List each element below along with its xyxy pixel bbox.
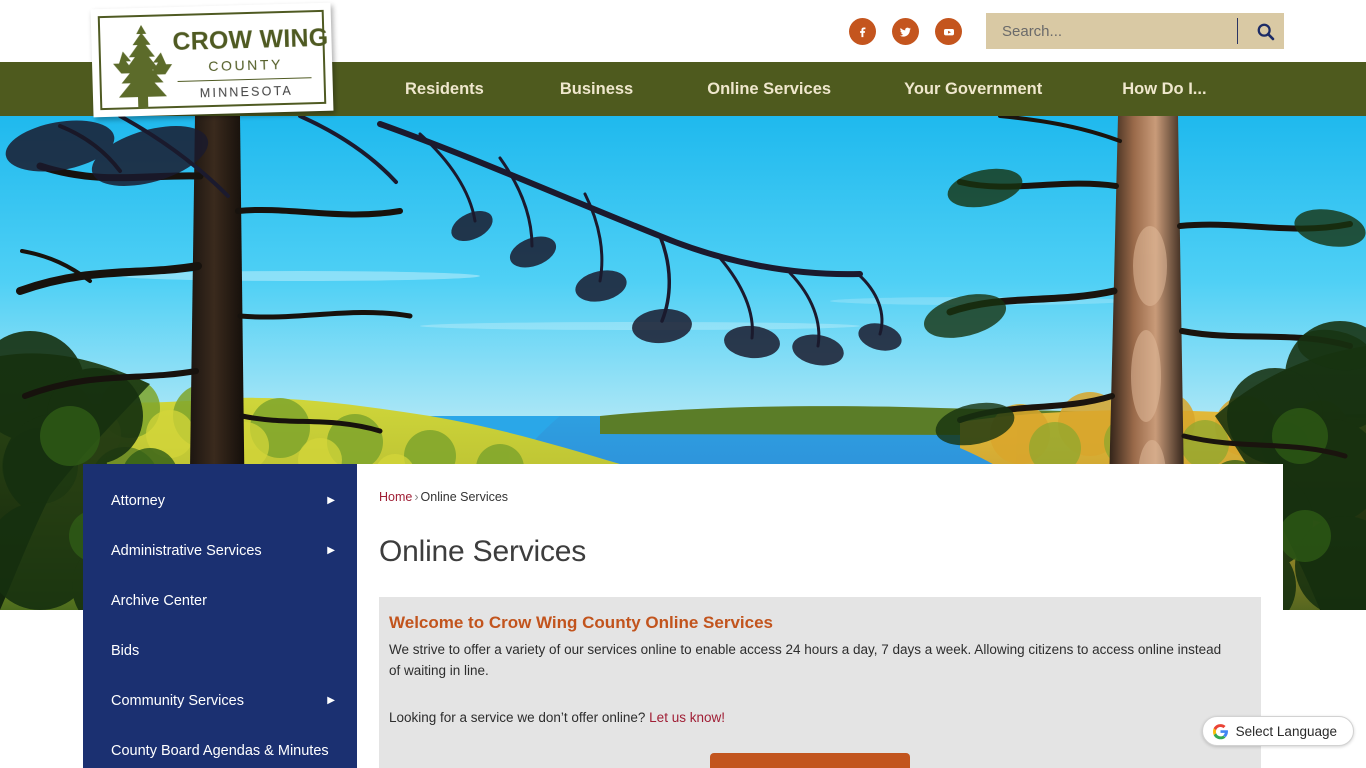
- feedback-button-row: Provide website feedback: [389, 753, 1241, 768]
- welcome-paragraph-2-prefix: Looking for a service we don’t offer onl…: [389, 710, 650, 726]
- chevron-right-icon: ▶: [327, 695, 335, 706]
- sidebar-item-administrative-services[interactable]: Administrative Services ▶: [83, 536, 357, 566]
- main-navigation: Residents Business Online Services Your …: [336, 62, 1366, 116]
- chevron-right-icon: ▶: [327, 545, 335, 556]
- logo-divider: [177, 77, 312, 82]
- social-links: [849, 18, 962, 45]
- breadcrumb-current: Online Services: [420, 490, 509, 504]
- breadcrumb-home-link[interactable]: Home: [379, 490, 412, 504]
- logo-line-1: CROW WING: [172, 23, 329, 57]
- welcome-panel: Welcome to Crow Wing County Online Servi…: [379, 597, 1261, 768]
- logo-frame: CROW WING COUNTY MINNESOTA: [97, 9, 329, 111]
- sidebar-item-archive-center[interactable]: Archive Center: [83, 586, 357, 616]
- sidebar-item-label: Administrative Services: [111, 542, 262, 559]
- nav-item-online-services[interactable]: Online Services: [705, 74, 833, 105]
- nav-item-your-government[interactable]: Your Government: [902, 74, 1044, 105]
- sidebar-item-label: Bids: [111, 642, 140, 659]
- sidebar-item-bids[interactable]: Bids: [83, 636, 357, 666]
- sidebar-item-county-board-agendas-minutes[interactable]: County Board Agendas & Minutes: [83, 736, 357, 766]
- select-language-label: Select Language: [1235, 723, 1337, 739]
- search-input[interactable]: [986, 14, 1237, 48]
- page-title: Online Services: [379, 535, 587, 568]
- sidebar-item-label: Attorney: [111, 492, 165, 509]
- google-g-icon: [1212, 723, 1228, 739]
- sidebar-item-label: County Board Agendas & Minutes: [111, 742, 329, 759]
- welcome-paragraph-1: We strive to offer a variety of our serv…: [389, 642, 1222, 679]
- sidebar-navigation: Attorney ▶ Administrative Services ▶ Arc…: [83, 464, 357, 768]
- logo-line-3: MINNESOTA: [199, 83, 294, 101]
- welcome-heading: Welcome to Crow Wing County Online Servi…: [389, 613, 773, 632]
- logo-line-2: COUNTY: [208, 56, 284, 75]
- chevron-right-icon: ▶: [327, 495, 335, 506]
- pine-tree-icon: [113, 24, 173, 110]
- sidebar-item-label: Community Services: [111, 692, 244, 709]
- search-submit-button[interactable]: [1246, 14, 1284, 48]
- sidebar-item-community-services[interactable]: Community Services ▶: [83, 686, 357, 716]
- search-icon: [1257, 23, 1274, 40]
- search-box[interactable]: [986, 13, 1284, 49]
- facebook-icon[interactable]: [849, 18, 876, 45]
- google-translate-widget[interactable]: Select Language: [1201, 716, 1354, 746]
- nav-item-business[interactable]: Business: [558, 74, 635, 105]
- main-content-panel: Home › Online Services Online Services Wel…: [357, 464, 1283, 768]
- logo-text: CROW WING COUNTY MINNESOTA: [172, 23, 329, 101]
- search-divider: [1237, 18, 1238, 44]
- sidebar-item-label: Archive Center: [111, 592, 207, 609]
- site-logo[interactable]: CROW WING COUNTY MINNESOTA: [90, 2, 334, 118]
- youtube-icon[interactable]: [935, 18, 962, 45]
- provide-website-feedback-button[interactable]: Provide website feedback: [710, 753, 910, 768]
- twitter-icon[interactable]: [892, 18, 919, 45]
- nav-item-how-do-i[interactable]: How Do I...: [1120, 74, 1208, 105]
- welcome-paragraph-2: Looking for a service we don’t offer onl…: [389, 708, 1241, 729]
- breadcrumb-separator: ›: [414, 490, 419, 504]
- nav-item-residents[interactable]: Residents: [403, 74, 486, 105]
- let-us-know-link[interactable]: Let us know!: [649, 710, 725, 725]
- sidebar-item-attorney[interactable]: Attorney ▶: [83, 486, 357, 516]
- page-root: Residents Business Online Services Your …: [0, 0, 1366, 768]
- breadcrumb: Home › Online Services: [379, 490, 1261, 505]
